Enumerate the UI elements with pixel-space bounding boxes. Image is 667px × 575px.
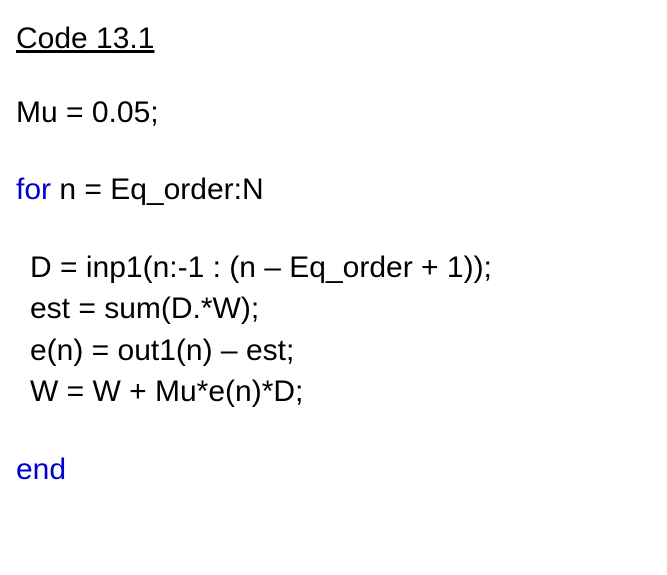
code-line-4: est = sum(D.*W);	[16, 290, 651, 328]
code-line-3: D = inp1(n:-1 : (n – Eq_order + 1));	[16, 249, 651, 287]
blank-line	[16, 135, 651, 171]
code-line-1: Mu = 0.05;	[16, 94, 651, 132]
for-rest: n = Eq_order:N	[51, 173, 264, 206]
blank-line	[16, 415, 651, 451]
blank-line	[16, 213, 651, 249]
code-title: Code 13.1	[16, 20, 651, 58]
code-line-end: end	[16, 451, 651, 489]
code-line-for: for n = Eq_order:N	[16, 171, 651, 209]
code-line-5: e(n) = out1(n) – est;	[16, 332, 651, 370]
keyword-for: for	[16, 173, 51, 206]
keyword-end: end	[16, 453, 66, 486]
code-line-6: W = W + Mu*e(n)*D;	[16, 373, 651, 411]
